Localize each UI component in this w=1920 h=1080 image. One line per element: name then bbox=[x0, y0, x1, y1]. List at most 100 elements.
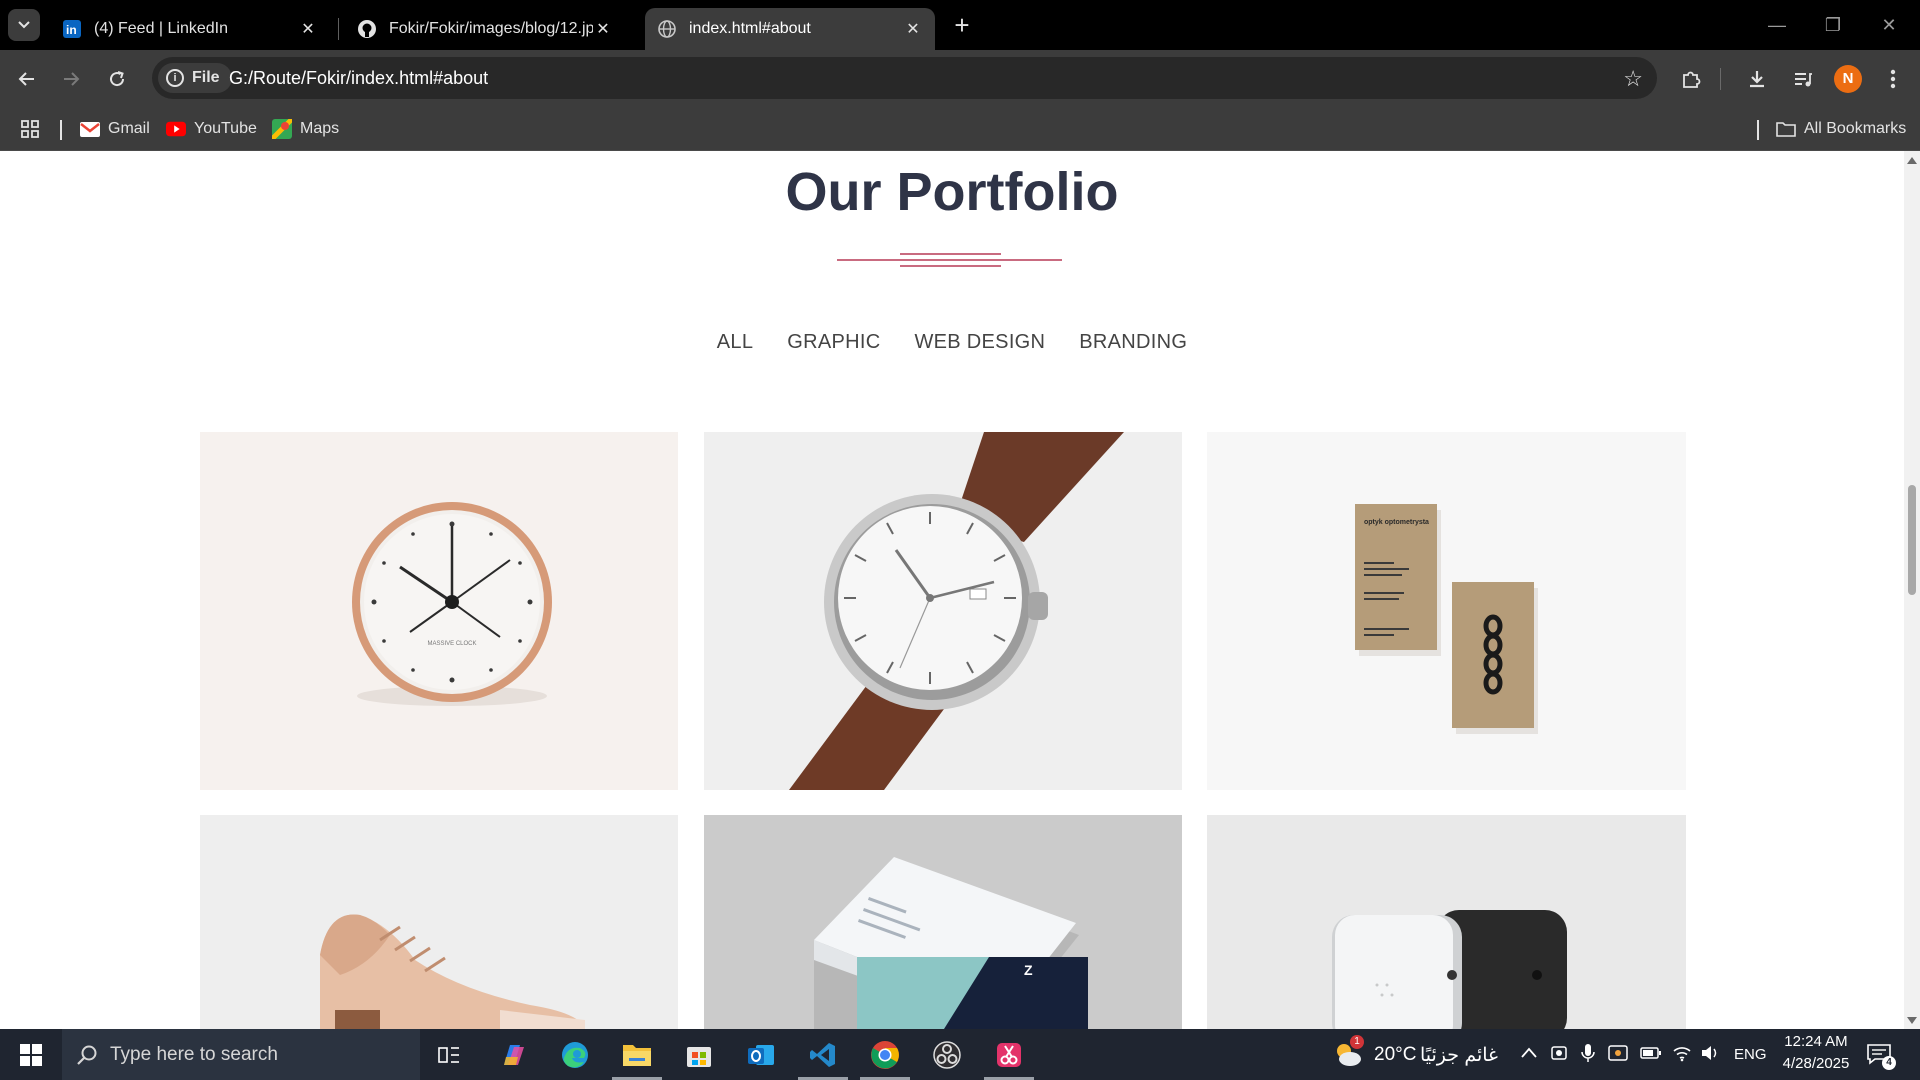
menu-button[interactable] bbox=[1878, 64, 1908, 94]
title-underline bbox=[837, 259, 1062, 261]
browser-toolbar: i File G:/Route/Fokir/index.html#about ☆… bbox=[0, 50, 1920, 108]
search-icon bbox=[77, 1045, 97, 1065]
wall-clock-image: MASSIVE CLOCK bbox=[352, 502, 552, 706]
bookmark-label: YouTube bbox=[194, 120, 257, 137]
globe-icon bbox=[657, 19, 677, 39]
volume-icon[interactable] bbox=[1700, 1044, 1720, 1067]
site-info-chip[interactable]: i File bbox=[158, 63, 232, 93]
portfolio-sneaker[interactable] bbox=[200, 815, 678, 1029]
title-underline-accent bbox=[900, 265, 1001, 267]
new-tab-button[interactable]: + bbox=[948, 12, 976, 40]
reload-button[interactable] bbox=[102, 64, 132, 94]
battery-icon[interactable] bbox=[1640, 1046, 1662, 1065]
filter-branding[interactable]: BRANDING bbox=[1079, 331, 1187, 354]
snipping-tool-app[interactable] bbox=[984, 1035, 1034, 1080]
scroll-down-arrow-icon[interactable] bbox=[1907, 1017, 1917, 1024]
reload-icon bbox=[110, 71, 125, 87]
tab-active-index[interactable]: index.html#about ✕ bbox=[645, 8, 935, 50]
vscode-app[interactable] bbox=[798, 1035, 848, 1080]
meet-now-icon[interactable] bbox=[1550, 1044, 1568, 1067]
portfolio-wristwatch[interactable] bbox=[704, 432, 1182, 790]
task-view-icon bbox=[438, 1047, 459, 1063]
url-text[interactable]: G:/Route/Fokir/index.html#about bbox=[229, 68, 488, 89]
gmail-icon bbox=[80, 120, 100, 138]
bookmarks-bar: Gmail YouTube Maps All Bookmarks bbox=[0, 108, 1920, 151]
tab-title: Fokir/Fokir/images/blog/12.jpg bbox=[389, 20, 593, 37]
bookmarks-separator bbox=[1757, 120, 1759, 140]
outlook-icon bbox=[748, 1045, 774, 1065]
folder-icon bbox=[1776, 120, 1796, 138]
copilot-app[interactable] bbox=[488, 1035, 538, 1075]
clock-time[interactable]: 12:24 AM bbox=[1778, 1033, 1854, 1050]
arrow-left-icon bbox=[18, 72, 34, 86]
kebab-menu-icon bbox=[1890, 69, 1896, 89]
profile-avatar[interactable]: N bbox=[1834, 65, 1862, 93]
edge-app[interactable] bbox=[550, 1035, 600, 1075]
bookmark-maps[interactable]: Maps bbox=[272, 116, 339, 142]
input-language[interactable]: ENG bbox=[1734, 1046, 1767, 1063]
notification-center-button[interactable]: 4 bbox=[1866, 1042, 1896, 1071]
portfolio-card-stack[interactable]: Z bbox=[704, 815, 1182, 1029]
download-icon bbox=[1750, 71, 1764, 88]
weather-widget[interactable]: 1 bbox=[1332, 1035, 1364, 1069]
extensions-button[interactable] bbox=[1676, 64, 1706, 94]
chrome-app[interactable] bbox=[860, 1035, 910, 1080]
obs-app[interactable] bbox=[922, 1035, 972, 1075]
close-icon[interactable]: ✕ bbox=[593, 19, 613, 39]
start-button[interactable] bbox=[6, 1035, 56, 1075]
file-explorer-app[interactable] bbox=[612, 1035, 662, 1080]
tab-linkedin[interactable]: in (4) Feed | LinkedIn ✕ bbox=[50, 8, 330, 50]
toolbar-separator bbox=[1720, 68, 1721, 90]
microsoft-store-app[interactable] bbox=[674, 1035, 724, 1075]
address-bar[interactable]: i File G:/Route/Fokir/index.html#about ☆ bbox=[152, 57, 1657, 99]
bookmark-star-icon[interactable]: ☆ bbox=[1623, 66, 1643, 92]
search-placeholder: Type here to search bbox=[110, 1043, 278, 1065]
task-view-button[interactable] bbox=[424, 1035, 474, 1075]
scroll-up-arrow-icon[interactable] bbox=[1907, 157, 1917, 164]
clock-date[interactable]: 4/28/2025 bbox=[1772, 1055, 1860, 1072]
folder-icon bbox=[623, 1045, 651, 1066]
business-cards-image: optyk optometrysta bbox=[1355, 504, 1538, 734]
bookmark-youtube[interactable]: YouTube bbox=[166, 116, 257, 142]
bookmark-label: Maps bbox=[300, 120, 340, 137]
show-hidden-icons-button[interactable] bbox=[1520, 1045, 1538, 1066]
bookmark-gmail[interactable]: Gmail bbox=[80, 116, 150, 142]
vscode-icon bbox=[810, 1043, 835, 1067]
tab-github[interactable]: Fokir/Fokir/images/blog/12.jpg ✕ bbox=[345, 8, 625, 50]
media-control-button[interactable] bbox=[1788, 64, 1818, 94]
minimize-button[interactable]: — bbox=[1754, 10, 1800, 40]
portfolio-business-cards[interactable]: optyk optometrysta bbox=[1207, 432, 1686, 790]
tab-search-button[interactable] bbox=[8, 9, 40, 41]
apps-button[interactable] bbox=[20, 116, 40, 142]
close-icon[interactable]: ✕ bbox=[903, 19, 923, 39]
forward-button[interactable] bbox=[56, 64, 86, 94]
outlook-app[interactable] bbox=[736, 1035, 786, 1075]
microphone-icon[interactable] bbox=[1580, 1043, 1596, 1068]
scrollbar-thumb[interactable] bbox=[1908, 485, 1916, 595]
filter-web-design[interactable]: WEB DESIGN bbox=[914, 331, 1045, 354]
close-icon[interactable]: ✕ bbox=[298, 19, 318, 39]
notification-count: 4 bbox=[1882, 1056, 1896, 1070]
media-queue-icon bbox=[1795, 73, 1812, 87]
wifi-icon[interactable] bbox=[1672, 1044, 1692, 1067]
all-bookmarks-button[interactable]: All Bookmarks bbox=[1776, 116, 1906, 142]
tab-title: (4) Feed | LinkedIn bbox=[94, 20, 229, 37]
filter-all[interactable]: ALL bbox=[717, 331, 754, 354]
store-icon bbox=[687, 1047, 711, 1067]
maps-icon bbox=[272, 119, 292, 139]
back-button[interactable] bbox=[12, 64, 42, 94]
filter-graphic[interactable]: GRAPHIC bbox=[787, 331, 880, 354]
section-title: Our Portfolio bbox=[785, 162, 1119, 222]
restore-button[interactable]: ❐ bbox=[1810, 10, 1856, 40]
taskbar-search[interactable]: Type here to search bbox=[62, 1029, 420, 1080]
screen-capture-icon[interactable] bbox=[1608, 1044, 1628, 1067]
close-window-button[interactable]: ✕ bbox=[1866, 10, 1912, 40]
portfolio-device[interactable] bbox=[1207, 815, 1686, 1029]
device-image bbox=[1332, 910, 1567, 1029]
downloads-button[interactable] bbox=[1742, 64, 1772, 94]
portfolio-wall-clock[interactable]: MASSIVE CLOCK bbox=[200, 432, 678, 790]
github-icon bbox=[357, 19, 377, 39]
windows-taskbar: Type here to search 1 20°C غائم جزئيًا E… bbox=[0, 1029, 1920, 1080]
svg-text:Z: Z bbox=[1024, 962, 1033, 978]
page-scrollbar[interactable] bbox=[1904, 151, 1920, 1029]
